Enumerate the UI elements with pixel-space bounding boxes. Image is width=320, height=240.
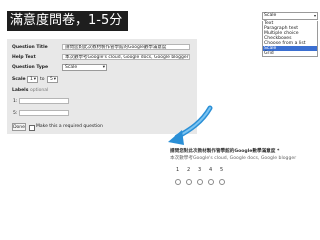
question-preview: 請問您對此次教材製作管學館的Google數學滿意度 * 本次數學考Google'… — [170, 148, 320, 196]
scale-radio[interactable] — [197, 179, 203, 185]
scale-radio[interactable] — [208, 179, 214, 185]
scale-radio[interactable] — [219, 179, 225, 185]
scale-number: 5 — [220, 167, 224, 173]
curved-arrow-icon — [168, 105, 213, 145]
scale-radio[interactable] — [175, 179, 181, 185]
scale-number: 1 — [176, 167, 180, 173]
scale-number: 4 — [209, 167, 213, 173]
scale-number: 2 — [187, 167, 191, 173]
preview-question-title: 請問您對此次教材製作管學館的Google數學滿意度 * — [170, 149, 280, 154]
scale-radio[interactable] — [186, 179, 192, 185]
preview-help-text: 本次數學考Google's cloud, Google docs, Google… — [170, 156, 297, 161]
scale-number: 3 — [198, 167, 202, 173]
